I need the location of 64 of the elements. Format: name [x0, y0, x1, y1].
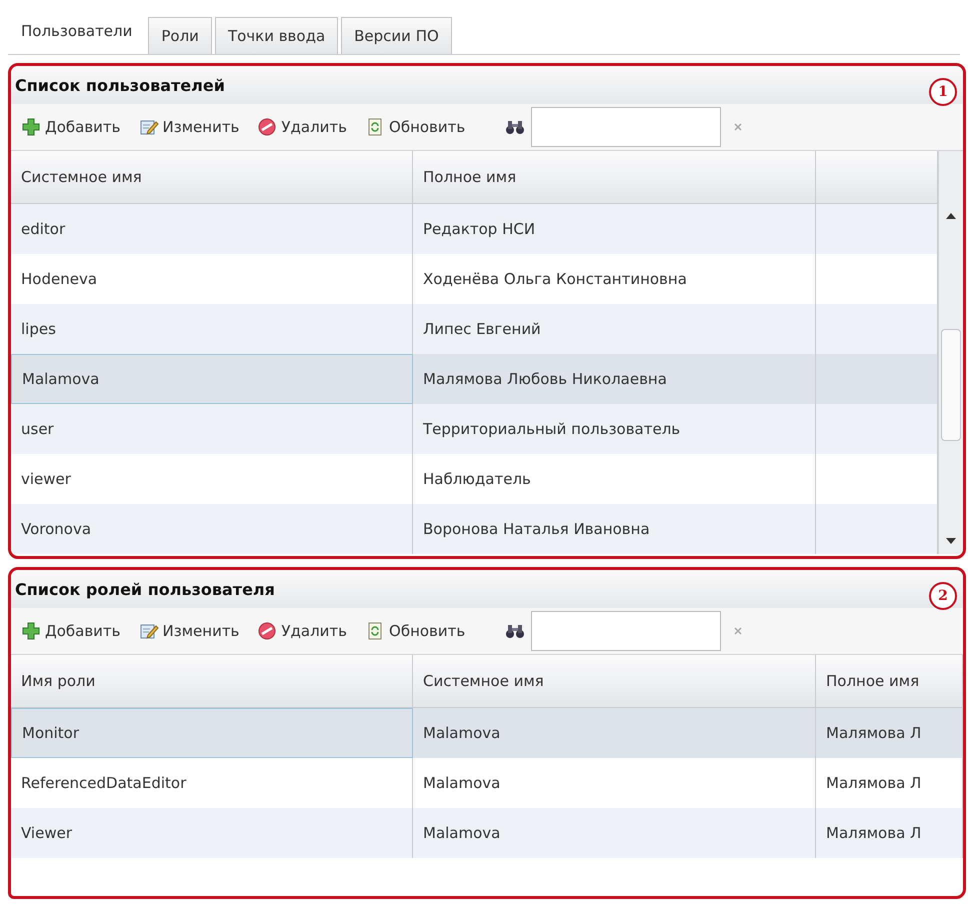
- panel-title: Список ролей пользователя: [15, 580, 275, 598]
- scrollbar-thumb[interactable]: [941, 329, 961, 441]
- tab[interactable]: Точки ввода: [214, 17, 338, 54]
- table-cell: Malamova: [423, 774, 500, 792]
- table-cell: Malamova: [423, 824, 500, 842]
- table-cell: lipes: [21, 320, 56, 338]
- table-cell: editor: [21, 220, 66, 238]
- table-cell: viewer: [21, 470, 71, 488]
- add-icon: [21, 117, 41, 137]
- column-header[interactable]: Полное имя: [413, 151, 816, 203]
- search-field[interactable]: [531, 107, 722, 147]
- scrollbar[interactable]: [938, 151, 963, 554]
- table-row[interactable]: lipes Липес Евгений: [11, 304, 938, 354]
- toolbar-button[interactable]: Изменить: [134, 619, 244, 643]
- callout-number: 1: [929, 78, 957, 106]
- add-icon: [21, 621, 41, 641]
- column-header[interactable]: Системное имя: [413, 655, 816, 707]
- table-cell: ReferencedDataEditor: [21, 774, 186, 792]
- table-cell: Malamova: [423, 724, 500, 742]
- table-row[interactable]: Monitor Malamova Малямова Л: [11, 708, 963, 758]
- table-cell: Voronova: [21, 520, 92, 538]
- table-cell: Липес Евгений: [423, 320, 541, 338]
- column-header[interactable]: Имя роли: [11, 655, 413, 707]
- search-icon: [505, 119, 526, 135]
- toolbar-button[interactable]: Изменить: [134, 115, 244, 139]
- search-icon: [505, 623, 526, 639]
- column-header[interactable]: Полное имя: [816, 655, 963, 707]
- table-cell: Viewer: [21, 824, 72, 842]
- toolbar-button[interactable]: Удалить: [253, 115, 352, 139]
- table-cell: Hodeneva: [21, 270, 98, 288]
- table-cell: Малямова Л: [826, 724, 922, 742]
- table-row[interactable]: Malamova Малямова Любовь Николаевна: [11, 354, 938, 404]
- tab[interactable]: Роли: [148, 17, 212, 54]
- delete-icon: [257, 117, 278, 137]
- table-cell: Malamova: [22, 370, 100, 388]
- table-row[interactable]: Viewer Malamova Малямова Л: [11, 808, 963, 858]
- table-cell: Редактор НСИ: [423, 220, 536, 238]
- clear-icon[interactable]: [733, 626, 744, 636]
- clear-icon[interactable]: [733, 122, 744, 132]
- toolbar-button[interactable]: Добавить: [17, 115, 125, 139]
- table-cell: Малямова Л: [826, 774, 922, 792]
- table-row[interactable]: Voronova Воронова Наталья Ивановна: [11, 504, 938, 554]
- table-cell: Малямова Л: [826, 824, 922, 842]
- toolbar-button[interactable]: Обновить: [361, 619, 470, 643]
- table-cell: Территориальный пользователь: [423, 420, 680, 438]
- scroll-up-icon[interactable]: [946, 213, 956, 219]
- table-cell: Ходенёва Ольга Константиновна: [423, 270, 687, 288]
- table-cell: Наблюдатель: [423, 470, 531, 488]
- column-header[interactable]: Системное имя: [11, 151, 413, 203]
- table-cell: Малямова Любовь Николаевна: [423, 370, 667, 388]
- table-cell: user: [21, 420, 54, 438]
- table-cell: Воронова Наталья Ивановна: [423, 520, 650, 538]
- delete-icon: [257, 621, 278, 641]
- toolbar-button[interactable]: Добавить: [17, 619, 125, 643]
- table-cell: Monitor: [22, 724, 80, 742]
- panel-title: Список пользователей: [15, 76, 225, 94]
- table-row[interactable]: editor Редактор НСИ: [11, 204, 938, 254]
- callout-number: 2: [929, 582, 957, 610]
- scroll-down-icon[interactable]: [946, 538, 956, 544]
- tab[interactable]: Версии ПО: [341, 17, 452, 54]
- table-row[interactable]: user Территориальный пользователь: [11, 404, 938, 454]
- search-field[interactable]: [531, 611, 722, 651]
- toolbar-button[interactable]: Обновить: [361, 115, 470, 139]
- toolbar-button[interactable]: Удалить: [253, 619, 352, 643]
